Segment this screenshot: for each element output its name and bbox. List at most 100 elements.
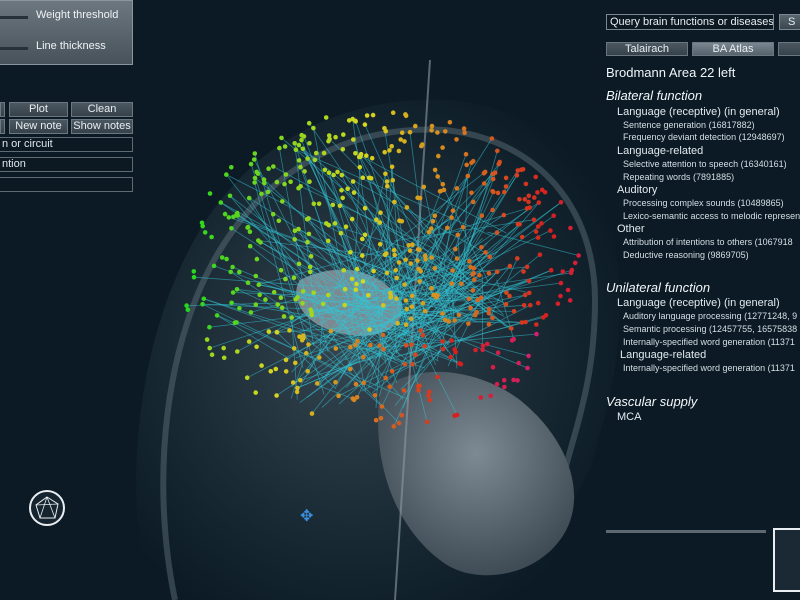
electrode-dot (527, 205, 533, 210)
weight-threshold-slider[interactable]: Weight threshold (0, 7, 133, 27)
electrode-dot (307, 179, 312, 184)
electrode-dot (446, 319, 452, 324)
electrode-dot (479, 213, 485, 218)
electrode-dot (211, 263, 217, 269)
electrode-dot (478, 395, 484, 400)
show-notes-button[interactable]: Show notes (71, 119, 133, 134)
unnamed-button[interactable] (0, 119, 5, 134)
electrode-dot (542, 190, 548, 195)
function-item[interactable]: Sentence generation (16817882) (623, 120, 755, 130)
electrode-dot (401, 388, 407, 393)
electrode-dot (306, 231, 312, 237)
electrode-dot (504, 290, 509, 295)
electrode-dot (497, 159, 503, 165)
function-item[interactable]: Processing complex sounds (10489865) (623, 198, 784, 208)
electrode-dot (362, 205, 368, 211)
electrode-dot (467, 258, 472, 264)
electrode-dot (350, 116, 356, 122)
function-item[interactable]: Auditory language processing (12771248, … (623, 311, 797, 321)
slider-track[interactable] (0, 47, 28, 50)
move-icon[interactable]: ✥ (300, 506, 313, 526)
electrode-dot (490, 315, 495, 321)
electrode-dot (292, 228, 298, 233)
plot-button[interactable]: Plot (9, 102, 68, 117)
electrode-dot (403, 257, 409, 263)
electrode-dot (487, 254, 493, 260)
function-item[interactable]: Internally-specified word generation (11… (623, 337, 795, 347)
electrode-dot (364, 153, 369, 158)
electrode-dot (350, 179, 356, 184)
electrode-dot (494, 230, 500, 235)
tab-ba-atlas[interactable]: BA Atlas (692, 42, 774, 56)
minimap-thumbnail[interactable] (773, 528, 800, 592)
electrode-dot (207, 345, 212, 351)
function-item[interactable]: Internally-specified word generation (11… (623, 363, 795, 373)
electrode-dot (517, 222, 522, 227)
function-item[interactable]: Semantic processing (12457755, 16575838 (623, 324, 797, 334)
electrode-dot (291, 275, 297, 281)
electrode-dot (295, 385, 300, 391)
electrode-dot (266, 166, 271, 171)
electrode-dot (464, 162, 470, 168)
electrode-dot (320, 301, 326, 307)
search-button[interactable]: S (779, 14, 800, 30)
electrode-dot (305, 239, 310, 245)
electrode-dot (436, 153, 441, 159)
line-thickness-slider[interactable]: Line thickness (0, 38, 133, 58)
electrode-dot (502, 189, 507, 195)
electrode-dot (353, 342, 358, 348)
unnamed-button[interactable] (0, 102, 5, 117)
electrode-dot (378, 415, 384, 421)
function-item[interactable]: Deductive reasoning (9869705) (623, 250, 749, 260)
electrode-dot (248, 161, 254, 167)
tab-extra[interactable] (778, 42, 800, 56)
function-item[interactable]: Lexico-semantic access to melodic repres… (623, 211, 800, 221)
electrode-dot (360, 279, 366, 284)
electrode-dot (282, 144, 288, 149)
electrode-dot (449, 215, 454, 220)
clean-button[interactable]: Clean (71, 102, 133, 117)
electrode-dot (200, 223, 205, 229)
electrode-dot (522, 197, 528, 202)
slider-track[interactable] (0, 16, 28, 19)
electrode-dot (280, 199, 285, 204)
electrode-dot (392, 199, 397, 205)
electrode-dot (326, 292, 331, 298)
electrode-dot (230, 264, 235, 270)
new-note-button[interactable]: New note (9, 119, 68, 134)
app-logo-icon[interactable] (29, 490, 65, 526)
electrode-dot (369, 155, 375, 161)
electrode-dot (403, 298, 409, 303)
function-item[interactable]: Frequency deviant detection (12948697) (623, 132, 785, 142)
electrode-dot (429, 128, 434, 133)
function-item[interactable]: Repeating words (7891885) (623, 172, 734, 182)
electrode-dot (302, 169, 307, 174)
electrode-dot (227, 193, 233, 199)
search-input[interactable]: Query brain functions or diseases (606, 14, 774, 30)
electrode-dot (477, 272, 482, 278)
electrode-dot (456, 312, 462, 318)
electrode-dot (339, 188, 344, 193)
function-item[interactable]: Selective attention to speech (16340161) (623, 159, 787, 169)
electrode-dot (333, 346, 339, 351)
circuit-field[interactable]: n or circuit (0, 137, 133, 152)
tab-talairach[interactable]: Talairach (606, 42, 688, 56)
electrode-dot (219, 255, 225, 260)
electrode-dot (534, 331, 539, 337)
electrode-dot (486, 270, 492, 276)
electrode-dot (224, 172, 229, 177)
electrode-dot (526, 278, 532, 284)
electrode-dot (340, 195, 346, 201)
electrode-dot (254, 344, 259, 350)
electrode-dot (300, 289, 306, 294)
electrode-dot (539, 221, 544, 226)
electrode-dot (440, 145, 445, 150)
electrode-dot (511, 309, 517, 314)
function-item[interactable]: Attribution of intentions to others (106… (623, 237, 793, 247)
electrode-dot (503, 175, 509, 181)
attention-field[interactable]: ntion (0, 157, 133, 172)
electrode-dot (486, 307, 492, 312)
electrode-dot (306, 216, 311, 221)
electrode-dot (516, 360, 521, 366)
blank-field[interactable] (0, 177, 133, 192)
